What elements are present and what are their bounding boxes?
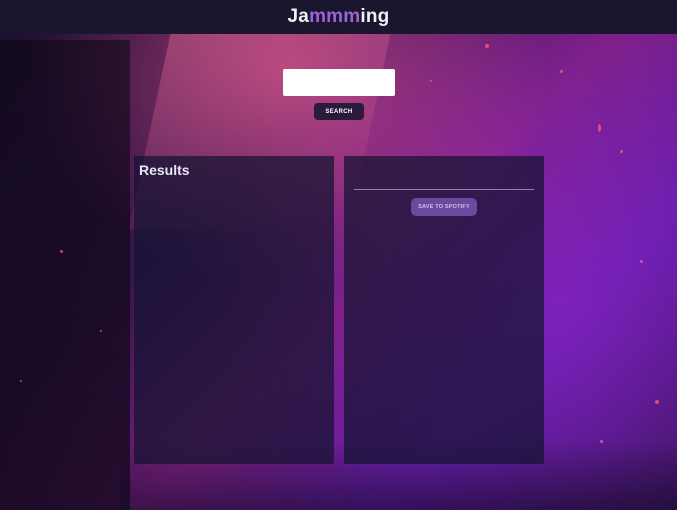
background-shadow xyxy=(0,40,130,510)
background-speck xyxy=(640,260,643,263)
background-speck xyxy=(598,124,601,132)
playlist-panel: SAVE TO SPOTIFY xyxy=(344,156,544,464)
app-logo: Jammming xyxy=(288,6,390,28)
background-speck xyxy=(600,440,603,443)
background-speck xyxy=(620,150,623,153)
results-panel: Results xyxy=(134,156,334,464)
background-speck xyxy=(430,80,432,82)
save-to-spotify-button[interactable]: SAVE TO SPOTIFY xyxy=(411,198,477,216)
background-speck xyxy=(560,70,563,73)
background-speck xyxy=(100,330,102,332)
background-speck xyxy=(485,44,489,48)
playlist-name-input[interactable] xyxy=(354,176,534,190)
search-input[interactable] xyxy=(283,69,395,96)
logo-text-end: ing xyxy=(360,6,390,27)
background-speck xyxy=(20,380,22,382)
logo-text-accent: mmm xyxy=(309,6,361,27)
background-speck xyxy=(60,250,63,253)
search-button[interactable]: SEARCH xyxy=(314,103,364,120)
app-header: Jammming xyxy=(0,0,677,34)
results-title: Results xyxy=(139,162,190,178)
logo-text-start: Ja xyxy=(287,6,310,27)
background-speck xyxy=(655,400,659,404)
